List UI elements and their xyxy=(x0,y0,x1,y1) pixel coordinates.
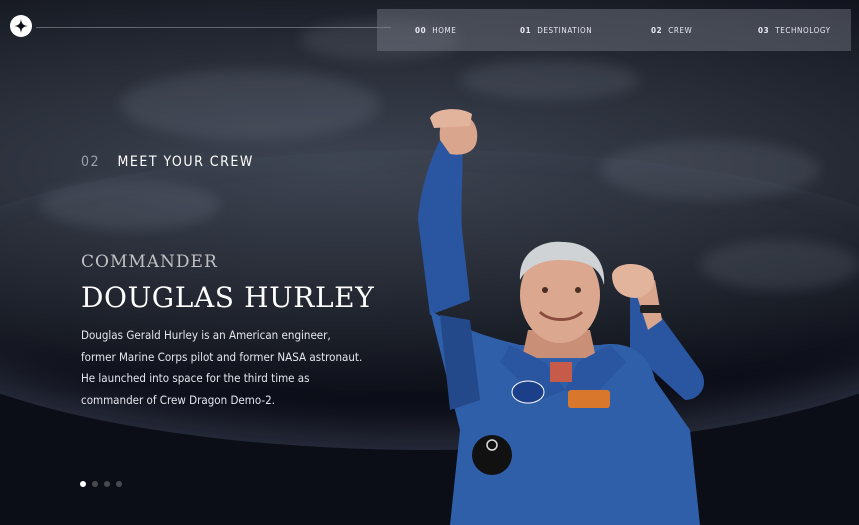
nav-item-crew[interactable]: 02 CREW xyxy=(651,9,692,51)
crew-pagination xyxy=(80,481,122,487)
section-number: 02 xyxy=(81,154,101,170)
star-logo-glyph xyxy=(14,19,28,33)
nav-item-number: 03 xyxy=(758,25,770,35)
nav-item-label: DESTINATION xyxy=(537,25,593,35)
pagination-dot[interactable] xyxy=(116,481,122,487)
nav-item-number: 00 xyxy=(415,25,427,35)
nav-item-number: 01 xyxy=(520,25,532,35)
crew-role: COMMANDER xyxy=(81,252,218,272)
nav-item-label: HOME xyxy=(432,25,457,35)
pagination-dot[interactable] xyxy=(104,481,110,487)
nav-item-label: TECHNOLOGY xyxy=(775,25,831,35)
crew-member-photo xyxy=(418,109,705,525)
nav-item-destination[interactable]: 01 DESTINATION xyxy=(520,9,592,51)
nav-item-number: 02 xyxy=(651,25,663,35)
nav-item-technology[interactable]: 03 TECHNOLOGY xyxy=(758,9,831,51)
section-heading: 02 MEET YOUR CREW xyxy=(81,154,254,170)
crew-bio: Douglas Gerald Hurley is an American eng… xyxy=(81,328,363,407)
nav-item-home[interactable]: 00 HOME xyxy=(415,9,456,51)
nav-item-label: CREW xyxy=(668,25,693,35)
header-divider xyxy=(36,27,391,28)
star-logo-icon[interactable] xyxy=(10,15,32,37)
crew-name: DOUGLAS HURLEY xyxy=(81,281,375,314)
section-title: MEET YOUR CREW xyxy=(117,154,254,170)
pagination-dot[interactable] xyxy=(92,481,98,487)
pagination-dot[interactable] xyxy=(80,481,86,487)
main-nav: 00 HOME 01 DESTINATION 02 CREW 03 TECHNO… xyxy=(377,9,851,51)
